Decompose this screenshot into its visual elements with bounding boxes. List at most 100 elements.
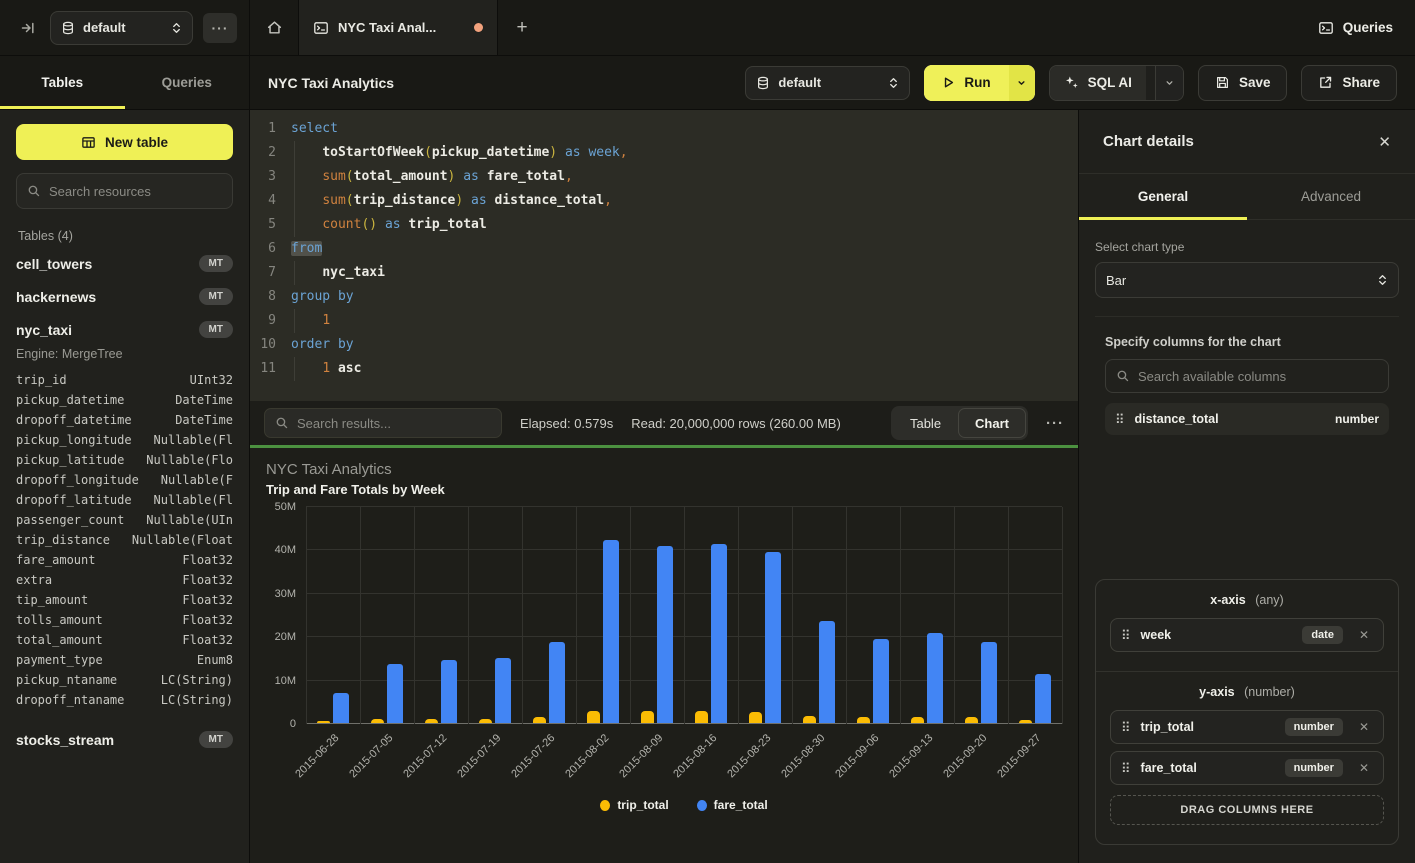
resource-search-input[interactable] [49, 184, 222, 199]
tab-strip: NYC Taxi Anal... + [250, 0, 1318, 55]
collapse-sidebar-icon [20, 20, 36, 36]
bar-trip-total [317, 721, 330, 723]
x-axis-label: x-axis [1210, 593, 1245, 607]
x-axis-section: x-axis (any) ⠿ week date ✕ [1096, 580, 1398, 671]
bar-fare-total [333, 693, 349, 723]
column-type: Float32 [182, 593, 233, 607]
legend-dot [600, 800, 610, 811]
table-item-nyc-taxi[interactable]: nyc_taxi MT [16, 313, 233, 346]
sidebar-tabs: Tables Queries [0, 56, 250, 109]
results-search-input[interactable] [297, 416, 491, 431]
share-button[interactable]: Share [1301, 65, 1397, 101]
run-database-value: default [778, 75, 821, 90]
line-number: 2 [250, 141, 276, 165]
new-tab-button[interactable]: + [498, 0, 546, 55]
column-row: passenger_countNullable(UIn [16, 510, 233, 530]
column-name: pickup_latitude [16, 453, 146, 467]
bar-group [576, 507, 630, 723]
chart-type-select[interactable]: Bar [1095, 262, 1399, 298]
results-more-button[interactable]: ··· [1046, 415, 1064, 432]
column-name: trip_distance [16, 533, 132, 547]
x-axis-column-week[interactable]: ⠿ week date ✕ [1110, 618, 1384, 652]
columns-search-input[interactable] [1138, 369, 1378, 384]
column-row: dropoff_longitudeNullable(F [16, 470, 233, 490]
column-type: UInt32 [190, 373, 233, 387]
close-panel-button[interactable]: ✕ [1378, 133, 1391, 151]
new-table-button[interactable]: New table [16, 124, 233, 160]
tab-general[interactable]: General [1079, 174, 1247, 219]
code-line: 10order by [250, 333, 1078, 357]
table-name: nyc_taxi [16, 322, 199, 338]
column-name: trip_total [1141, 720, 1275, 734]
column-type: Float32 [182, 613, 233, 627]
play-icon [942, 76, 955, 89]
collapse-sidebar-button[interactable] [16, 16, 40, 40]
column-row: extraFloat32 [16, 570, 233, 590]
column-name: tip_amount [16, 593, 182, 607]
y-axis-column-trip-total[interactable]: ⠿ trip_total number ✕ [1110, 710, 1384, 744]
legend-label: fare_total [714, 798, 768, 812]
engine-badge: MT [199, 321, 233, 338]
bar-fare-total [387, 664, 403, 723]
sql-ai-caret[interactable] [1155, 66, 1183, 100]
read-stat: Read: 20,000,000 rows (260.00 MB) [631, 416, 841, 431]
run-button[interactable]: Run [924, 65, 1034, 101]
sql-editor[interactable]: 1select2 toStartOfWeek(pickup_datetime) … [250, 110, 1078, 401]
table-item-hackernews[interactable]: hackernews MT [16, 280, 233, 313]
table-view-button[interactable]: Table [893, 408, 958, 438]
chart-view-button[interactable]: Chart [958, 408, 1026, 438]
drag-handle-icon[interactable]: ⠿ [1121, 762, 1131, 775]
bar-fare-total [657, 546, 673, 723]
column-type: Nullable(F [161, 473, 233, 487]
bar-fare-total [549, 642, 565, 723]
run-button-label: Run [964, 75, 990, 90]
drag-handle-icon[interactable]: ⠿ [1121, 629, 1131, 642]
chart-x-axis: 2015-06-282015-07-052015-07-122015-07-19… [306, 724, 1062, 798]
code-text: group by [291, 285, 354, 309]
column-type-badge: number [1285, 759, 1343, 777]
bar-trip-total [965, 717, 978, 724]
remove-column-button[interactable]: ✕ [1353, 759, 1375, 777]
drag-handle-icon[interactable]: ⠿ [1121, 721, 1131, 734]
queries-button[interactable]: Queries [1318, 20, 1393, 36]
sidebar-more-button[interactable]: ··· [203, 13, 237, 43]
query-header: NYC Taxi Analytics default Run [250, 56, 1415, 109]
table-item-stocks-stream[interactable]: stocks_stream MT [16, 723, 233, 756]
bar-group [792, 507, 846, 723]
tab-label: NYC Taxi Anal... [338, 20, 465, 35]
sidebar-tab-tables[interactable]: Tables [0, 56, 125, 109]
available-column-distance-total[interactable]: ⠿ distance_total number [1105, 403, 1389, 435]
bar-trip-total [749, 712, 762, 723]
column-type: LC(String) [161, 693, 233, 707]
column-row: pickup_longitudeNullable(Fl [16, 430, 233, 450]
bar-group [360, 507, 414, 723]
drag-handle-icon[interactable]: ⠿ [1115, 413, 1125, 426]
results-toolbar: Elapsed: 0.579s Read: 20,000,000 rows (2… [250, 401, 1078, 448]
database-selector[interactable]: default [50, 11, 193, 45]
run-options-caret[interactable] [1009, 65, 1035, 101]
remove-column-button[interactable]: ✕ [1353, 718, 1375, 736]
code-text: count() as trip_total [291, 213, 487, 237]
search-icon [27, 184, 41, 198]
tab-nyc-taxi-analytics[interactable]: NYC Taxi Anal... [298, 0, 498, 55]
search-icon [1116, 369, 1130, 383]
sidebar-tab-queries[interactable]: Queries [125, 56, 250, 109]
y-axis-column-fare-total[interactable]: ⠿ fare_total number ✕ [1110, 751, 1384, 785]
column-type: Float32 [182, 573, 233, 587]
column-type-badge: number [1285, 718, 1343, 736]
remove-column-button[interactable]: ✕ [1353, 626, 1375, 644]
home-icon [266, 19, 283, 36]
code-line: 11 1 asc [250, 357, 1078, 381]
code-text: nyc_taxi [291, 261, 385, 285]
tab-advanced[interactable]: Advanced [1247, 174, 1415, 219]
table-name: hackernews [16, 289, 199, 305]
chart-subtitle: Trip and Fare Totals by Week [266, 482, 1062, 497]
drag-columns-drop-zone[interactable]: DRAG COLUMNS HERE [1110, 795, 1384, 825]
table-item-cell-towers[interactable]: cell_towers MT [16, 247, 233, 280]
save-button[interactable]: Save [1198, 65, 1288, 101]
sql-ai-button[interactable]: SQL AI [1049, 65, 1184, 101]
run-database-selector[interactable]: default [745, 66, 910, 100]
column-row: pickup_datetimeDateTime [16, 390, 233, 410]
home-button[interactable] [250, 0, 298, 55]
bar-fare-total [711, 544, 727, 723]
